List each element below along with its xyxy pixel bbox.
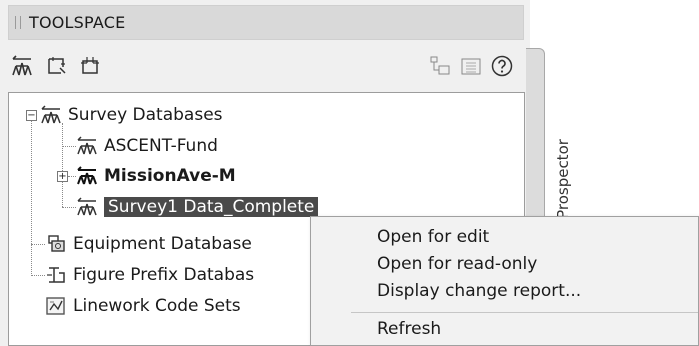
- prospector-tab-label: Prospector: [554, 139, 572, 219]
- tree-item-ascent-fund[interactable]: ASCENT-Fund: [76, 132, 218, 160]
- help-icon[interactable]: [490, 54, 514, 78]
- survey-database-icon: [41, 105, 61, 124]
- tree-item-equipment-database[interactable]: Equipment Database: [45, 230, 252, 258]
- tree-connector: [62, 146, 76, 147]
- select-window-icon[interactable]: [78, 54, 102, 78]
- expand-toggle[interactable]: +: [57, 171, 68, 182]
- tree-item-label: Figure Prefix Databas: [73, 265, 255, 285]
- prospector-tab[interactable]: [526, 48, 545, 230]
- survey-points-icon[interactable]: [10, 54, 34, 78]
- tree-item-missionave-m[interactable]: MissionAve-M: [76, 162, 236, 190]
- menu-item-display-change-report[interactable]: Display change report...: [377, 281, 581, 301]
- toolspace-title-bar[interactable]: TOOLSPACE: [8, 5, 524, 40]
- context-menu: Open for edit Open for read-only Display…: [310, 216, 699, 346]
- tree-view-icon[interactable]: [428, 54, 452, 78]
- drag-grip-icon[interactable]: [15, 16, 21, 29]
- tree-connector: [31, 244, 45, 245]
- tree-connector: [68, 176, 76, 177]
- tree-item-linework-code-sets[interactable]: Linework Code Sets: [45, 292, 241, 320]
- tree-connector: [31, 275, 45, 276]
- menu-item-refresh[interactable]: Refresh: [377, 319, 441, 339]
- tree-item-label: MissionAve-M: [104, 166, 236, 186]
- collapse-toggle[interactable]: −: [26, 110, 37, 121]
- tree-item-label: Survey Databases: [68, 105, 223, 125]
- menu-item-open-for-edit[interactable]: Open for edit: [377, 227, 489, 247]
- window-title: TOOLSPACE: [29, 13, 126, 32]
- menu-item-open-read-only[interactable]: Open for read-only: [377, 254, 537, 274]
- linework-code-icon: [46, 297, 65, 315]
- toolbar: [8, 46, 528, 90]
- menu-separator: [351, 312, 698, 313]
- select-region-icon[interactable]: [45, 54, 69, 78]
- tree-item-survey1-data-complete[interactable]: Survey1 Data_Complete: [76, 193, 319, 221]
- tree-item-label: Survey1 Data_Complete: [104, 197, 319, 217]
- tree-connector: [31, 121, 32, 276]
- tree-item-label: ASCENT-Fund: [104, 136, 218, 156]
- tree-item-label: Linework Code Sets: [73, 296, 241, 316]
- equipment-database-icon: [48, 235, 65, 252]
- tree-item-survey-databases[interactable]: Survey Databases: [40, 101, 223, 129]
- item-view-icon[interactable]: [459, 54, 483, 78]
- tree-connector: [62, 207, 76, 208]
- tree-item-figure-prefix-database[interactable]: Figure Prefix Databas: [45, 261, 254, 289]
- survey-database-icon: [77, 197, 97, 216]
- survey-database-icon: [77, 136, 97, 155]
- tree-item-label: Equipment Database: [73, 234, 252, 254]
- survey-database-icon: [77, 166, 97, 185]
- tree-connector: [62, 123, 63, 207]
- figure-prefix-icon: [47, 267, 65, 283]
